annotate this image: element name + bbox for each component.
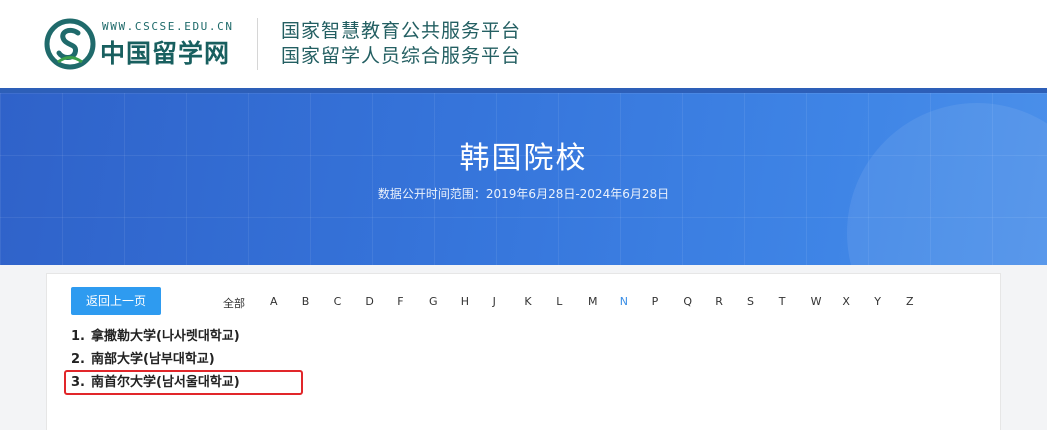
letter-filter-s[interactable]: S: [747, 295, 754, 308]
letter-filter-y[interactable]: Y: [874, 295, 881, 308]
letter-filter-d[interactable]: D: [365, 295, 373, 308]
letter-filter-w[interactable]: W: [811, 295, 822, 308]
site-header: WWW.CSCSE.EDU.CN 中国留学网 国家智慧教育公共服务平台 国家留学…: [0, 0, 1047, 88]
logo-text: 中国留学网: [100, 39, 231, 68]
page-banner: 韩国院校 数据公开时间范围：2019年6月28日-2024年6月28日: [0, 93, 1047, 265]
platform-title-2: 国家留学人员综合服务平台: [281, 45, 522, 67]
letter-filter-p[interactable]: P: [652, 295, 659, 308]
letter-filter-r[interactable]: R: [715, 295, 723, 308]
letter-filter-h[interactable]: H: [461, 295, 469, 308]
university-item[interactable]: 1. 拿撒勒大学(나사렛대학교): [71, 325, 240, 344]
letter-filter-l[interactable]: L: [556, 295, 562, 308]
site-logo[interactable]: WWW.CSCSE.EDU.CN 中国留学网: [44, 16, 259, 72]
letter-filter-j[interactable]: J: [493, 295, 496, 308]
letter-filter-n[interactable]: N: [620, 295, 628, 308]
header-divider: [257, 18, 258, 70]
letter-filter-c[interactable]: C: [334, 295, 342, 308]
letter-filter-z[interactable]: Z: [906, 295, 914, 308]
highlight-box: [64, 370, 303, 395]
content-card: 返回上一页 全部 A B C D F G H J K L M N P Q R S T W X Y Z 1. 拿撒勒大学(나…: [46, 273, 1001, 430]
letter-filter-x[interactable]: X: [842, 295, 850, 308]
logo-url-text: WWW.CSCSE.EDU.CN: [102, 20, 234, 33]
letter-filter-b[interactable]: B: [302, 295, 310, 308]
university-item[interactable]: 2. 南部大学(남부대학교): [71, 348, 215, 367]
letter-filter-g[interactable]: G: [429, 295, 438, 308]
letter-filter-m[interactable]: M: [588, 295, 598, 308]
letter-filter-k[interactable]: K: [524, 295, 531, 308]
platform-titles: 国家智慧教育公共服务平台 国家留学人员综合服务平台: [281, 19, 521, 69]
platform-title-1: 国家智慧教育公共服务平台: [281, 20, 522, 42]
university-name[interactable]: 拿撒勒大学(나사렛대학교): [91, 329, 240, 344]
back-button[interactable]: 返回上一页: [71, 287, 161, 315]
university-name[interactable]: 南部大学(남부대학교): [91, 352, 215, 367]
letter-filter-f[interactable]: F: [397, 295, 403, 308]
page-title: 韩国院校: [459, 141, 588, 176]
letter-filter-a[interactable]: A: [270, 295, 278, 308]
university-number: 1.: [71, 329, 85, 344]
letter-filter-all[interactable]: 全部: [223, 295, 245, 311]
university-number: 2.: [71, 352, 85, 367]
cscse-logo-icon: [44, 18, 96, 70]
letter-filter-t[interactable]: T: [779, 295, 786, 308]
letter-filter-q[interactable]: Q: [683, 295, 692, 308]
data-range-text: 数据公开时间范围：2019年6月28日-2024年6月28日: [377, 187, 670, 201]
